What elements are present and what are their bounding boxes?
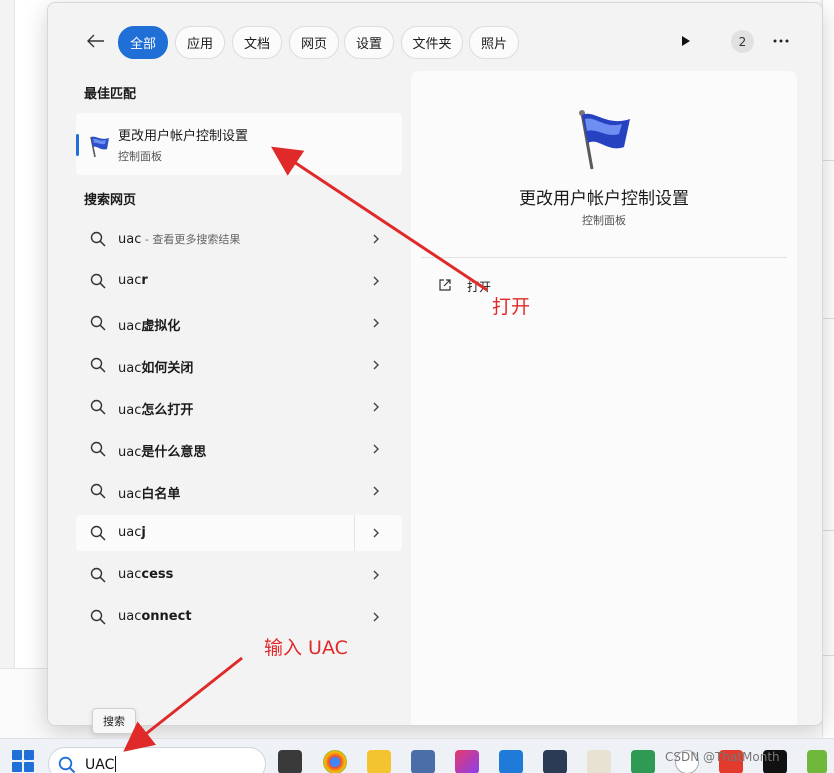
taskbar-search-input[interactable]: UAC — [85, 756, 117, 773]
file-explorer-icon[interactable] — [367, 750, 391, 773]
search-icon — [90, 273, 106, 289]
open-external-icon — [439, 279, 451, 291]
taskbar-app-task-view[interactable] — [278, 750, 302, 773]
tab-web[interactable]: 网页 — [289, 26, 339, 59]
chevron-right-icon — [373, 612, 379, 622]
result-divider — [354, 515, 355, 551]
best-match-title: 更改用户帐户控制设置 — [118, 129, 249, 144]
best-match-subtitle: 控制面板 — [118, 150, 162, 163]
web-result-see-more[interactable]: uac - 查看更多搜索结果 — [76, 221, 402, 257]
filter-bar: 全部 应用 文档 网页 设置 文件夹 照片 2 — [48, 3, 822, 73]
preview-divider — [421, 257, 787, 258]
web-result-item[interactable]: uac如何关闭 — [76, 347, 402, 383]
web-result-text: uac白名单 — [118, 487, 181, 502]
tab-apps[interactable]: 应用 — [175, 26, 225, 59]
best-match-heading: 最佳匹配 — [84, 87, 137, 102]
web-result-text: uac虚拟化 — [118, 319, 181, 334]
selection-indicator — [76, 134, 79, 156]
web-search-heading: 搜索网页 — [84, 193, 137, 208]
play-icon — [682, 36, 690, 46]
start-button[interactable] — [12, 750, 34, 772]
web-result-item[interactable]: uacr — [76, 263, 402, 299]
chevron-right-icon — [373, 234, 379, 244]
search-icon — [58, 756, 76, 773]
annotation-input: 输入 UAC — [264, 637, 348, 659]
taskbar-app-extra[interactable] — [807, 750, 827, 773]
search-icon — [90, 609, 106, 625]
chevron-right-icon — [373, 444, 379, 454]
search-icon — [90, 441, 106, 457]
chevron-right-icon — [373, 486, 379, 496]
preview-title: 更改用户帐户控制设置 — [519, 189, 689, 209]
web-result-text: uac是什么意思 — [118, 445, 207, 460]
tab-documents[interactable]: 文档 — [232, 26, 282, 59]
back-button[interactable] — [84, 29, 108, 53]
search-icon — [90, 399, 106, 415]
taskbar-search-box[interactable]: UAC — [48, 747, 266, 773]
arrow-left-icon — [87, 34, 104, 48]
web-result-item[interactable]: uaconnect — [76, 599, 402, 635]
tab-all[interactable]: 全部 — [118, 26, 168, 59]
jetbrains-icon[interactable] — [455, 750, 479, 773]
web-result-text: uaccess — [118, 567, 174, 582]
preview-pane: 更改用户帐户控制设置 控制面板 打开 — [411, 71, 797, 725]
taskbar-app-typora[interactable] — [587, 750, 611, 773]
more-icon — [773, 39, 789, 43]
tab-folders[interactable]: 文件夹 — [401, 26, 463, 59]
chevron-right-icon — [373, 570, 379, 580]
web-result-item[interactable]: uac怎么打开 — [76, 389, 402, 425]
chevron-right-icon[interactable] — [370, 527, 382, 539]
search-icon — [90, 315, 106, 331]
annotation-open: 打开 — [492, 296, 531, 318]
web-result-text: uac怎么打开 — [118, 403, 194, 418]
tab-photos[interactable]: 照片 — [469, 26, 519, 59]
chevron-right-icon — [373, 318, 379, 328]
web-result-item[interactable]: uac虚拟化 — [76, 305, 402, 341]
search-icon — [90, 483, 106, 499]
web-result-text: uacr — [118, 273, 148, 288]
chrome-icon[interactable] — [323, 750, 347, 773]
play-button[interactable] — [676, 31, 696, 51]
search-icon — [90, 357, 106, 373]
chevron-right-icon — [373, 402, 379, 412]
search-tooltip: 搜索 — [92, 708, 136, 734]
chevron-right-icon — [373, 360, 379, 370]
spreadsheet-icon[interactable] — [631, 750, 655, 773]
background-right-edge — [822, 0, 834, 738]
web-result-item[interactable]: uac白名单 — [76, 473, 402, 509]
watermark: CSDN @ThatMonth — [665, 750, 780, 764]
search-icon — [90, 525, 106, 541]
tab-settings[interactable]: 设置 — [344, 26, 394, 59]
rewards-badge[interactable]: 2 — [731, 30, 754, 53]
search-icon — [90, 567, 106, 583]
web-result-item[interactable]: uac是什么意思 — [76, 431, 402, 467]
web-result-text: uac如何关闭 — [118, 361, 194, 376]
web-result-item[interactable]: uaccess — [76, 557, 402, 593]
open-action-label: 打开 — [467, 280, 492, 294]
web-result-item-hovered[interactable]: uacj — [76, 515, 402, 551]
web-result-text: uac - 查看更多搜索结果 — [118, 232, 241, 247]
best-match-item[interactable]: 更改用户帐户控制设置 控制面板 — [76, 113, 402, 175]
search-icon — [90, 231, 106, 247]
more-options-button[interactable] — [770, 31, 792, 51]
taskbar-app-cat[interactable] — [543, 750, 567, 773]
taskbar-app-monitor[interactable] — [411, 750, 435, 773]
uac-flag-icon — [90, 136, 109, 158]
search-panel: 全部 应用 文档 网页 设置 文件夹 照片 2 最佳匹配 更改用户帐户控制设置 … — [47, 2, 823, 726]
web-result-text: uacj — [118, 525, 146, 540]
uac-flag-icon — [579, 110, 630, 170]
preview-subtitle: 控制面板 — [582, 214, 626, 227]
vscode-icon[interactable] — [499, 750, 523, 773]
web-result-text: uaconnect — [118, 609, 192, 624]
chevron-right-icon — [373, 276, 379, 286]
